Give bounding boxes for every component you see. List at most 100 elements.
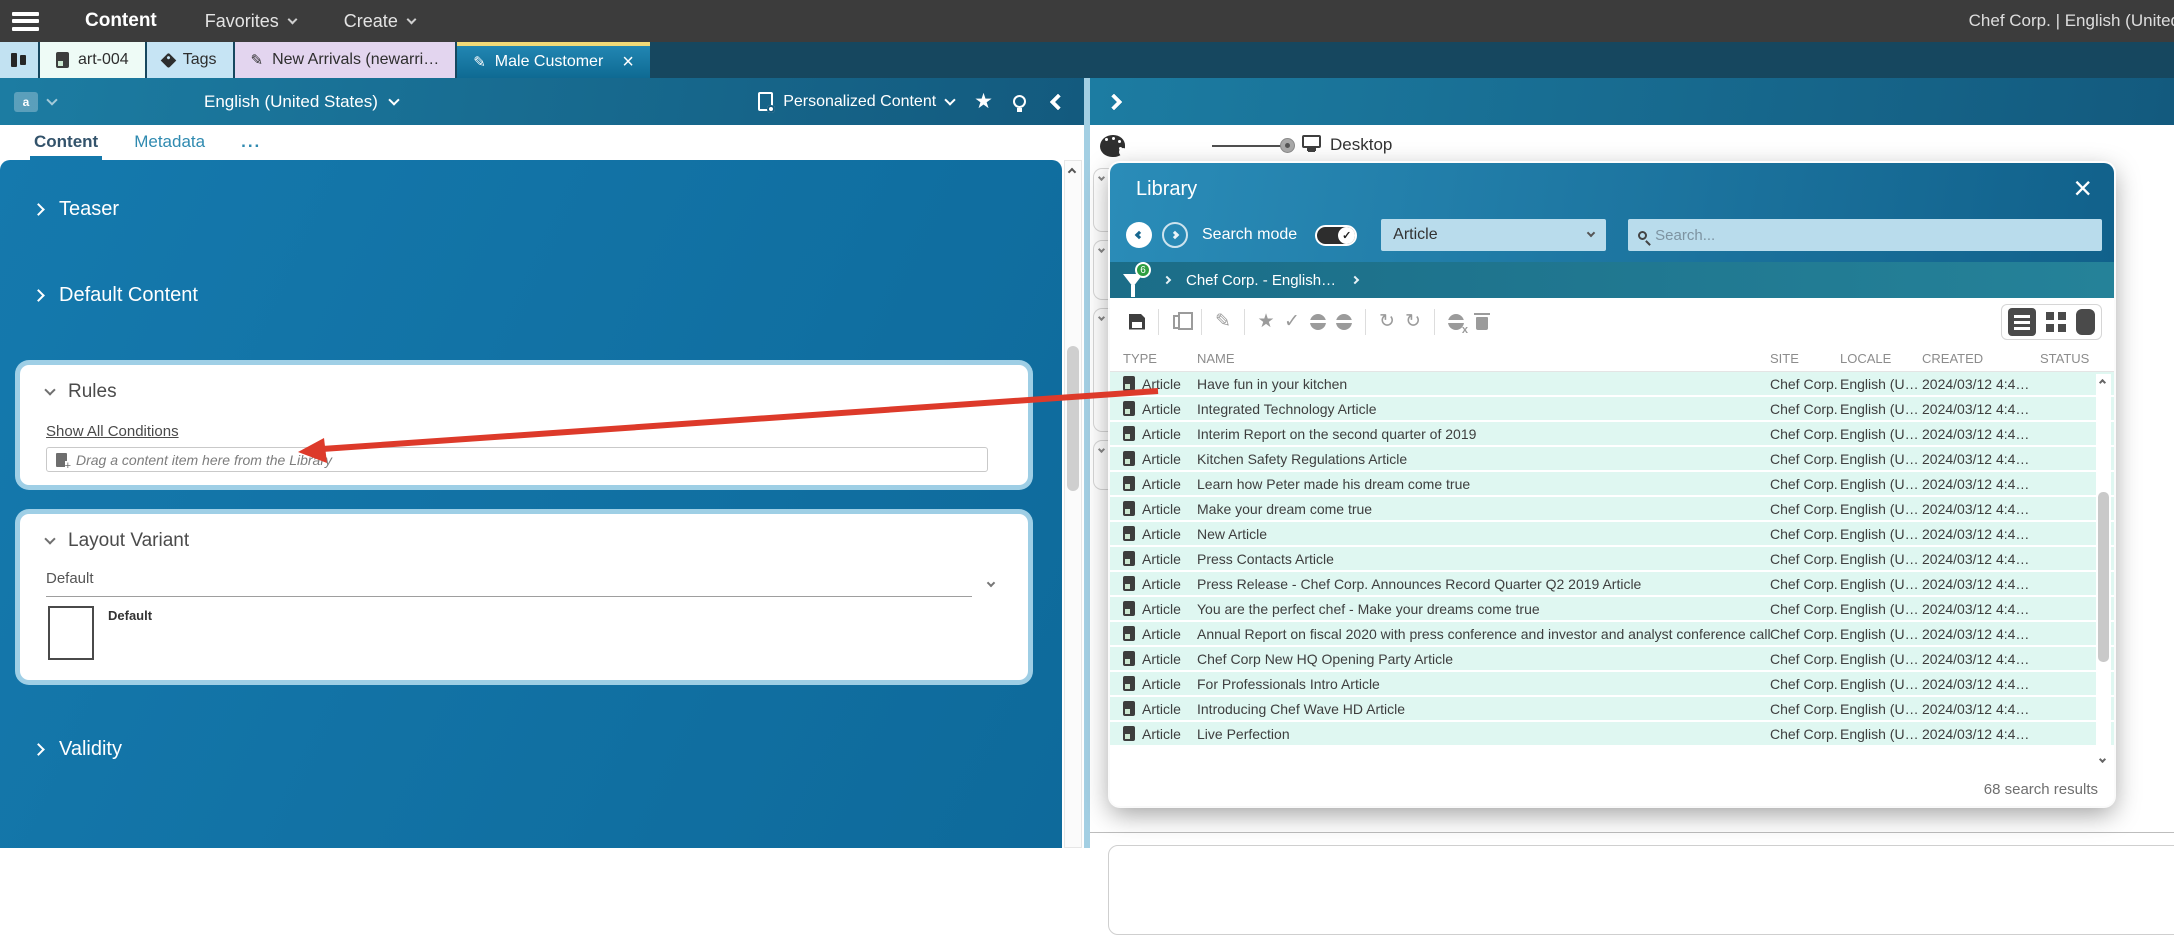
tab-content[interactable]: Content [30,132,102,160]
favorites-menu[interactable]: Favorites [205,11,296,32]
site-cell: Chef Corp. [1770,401,1840,417]
edit-pencil-icon[interactable]: ✎ [1210,309,1236,335]
table-row[interactable]: Article Make your dream come true Chef C… [1110,497,2114,522]
table-row[interactable]: Article For Professionals Intro Article … [1110,672,2114,697]
withdraw-globe-icon[interactable] [1443,309,1469,335]
section-default-content[interactable]: Default Content [34,284,198,307]
apps-grid-icon [11,52,27,68]
table-row[interactable]: Article Press Contacts Article Chef Corp… [1110,547,2114,572]
thumbnail-view-icon[interactable] [2044,310,2068,334]
chevron-down-icon [987,579,995,587]
account-site-locale[interactable]: Chef Corp. | English (United [1969,11,2174,31]
tab-metadata[interactable]: Metadata [130,132,209,160]
table-row[interactable]: Article Annual Report on fiscal 2020 wit… [1110,622,2114,647]
name-cell: Integrated Technology Article [1197,401,1770,417]
article-icon [1123,526,1135,541]
filter-funnel-icon[interactable]: 6 [1122,267,1148,293]
translation-sync-icon[interactable]: ↻ [1400,309,1426,335]
close-tab-icon[interactable]: × [622,52,634,72]
section-rules[interactable]: Rules [46,381,117,403]
workflow-sync-icon[interactable]: ↻ [1374,309,1400,335]
scroll-up-icon[interactable] [2099,379,2106,386]
palette-icon[interactable] [1100,135,1125,157]
lightbulb-icon[interactable] [1013,95,1026,108]
name-cell: Learn how Peter made his dream come true [1197,476,1770,492]
search-box [1628,219,2102,251]
approve-check-icon[interactable]: ✓ [1279,309,1305,335]
tab-art-004[interactable]: art-004 [40,42,145,78]
language-selector[interactable]: English (United States) [204,92,398,112]
table-row[interactable]: Article Integrated Technology Article Ch… [1110,397,2114,422]
card-view-icon[interactable] [2076,309,2095,335]
created-cell: 2024/03/12 4:4… [1922,551,2040,567]
section-layout-variant[interactable]: Layout Variant [46,530,189,552]
tab-new-arrivals[interactable]: ✎ New Arrivals (newarri… [235,42,456,78]
preview-section-edge [1093,308,1110,432]
site-cell: Chef Corp. [1770,726,1840,742]
scrollbar-thumb[interactable] [2098,492,2109,662]
delete-trash-icon[interactable] [1469,309,1495,335]
publish-globe-icon[interactable] [1305,309,1331,335]
personalized-content-selector[interactable]: Personalized Content [758,92,954,111]
scrollbar-thumb[interactable] [1067,346,1079,491]
table-row[interactable]: Article Live Perfection Chef Corp. Engli… [1110,722,2114,747]
table-row[interactable]: Article Introducing Chef Wave HD Article… [1110,697,2114,722]
status-cell [2040,726,2090,742]
table-row[interactable]: Article New Article Chef Corp. English (… [1110,522,2114,547]
save-icon[interactable] [1124,309,1150,335]
publish-all-globe-icon[interactable] [1331,309,1357,335]
filter-count-badge: 6 [1135,262,1151,278]
col-status[interactable]: STATUS [2040,351,2090,366]
bookmark-star-icon[interactable]: ★ [974,91,993,112]
results-scrollbar[interactable] [2096,374,2111,770]
col-type[interactable]: TYPE [1123,351,1197,366]
site-cell: Chef Corp. [1770,376,1840,392]
layout-variant-select[interactable]: Default [46,570,972,597]
section-teaser[interactable]: Teaser [34,198,119,221]
chevron-down-icon [1587,229,1595,237]
type-cell: Article [1123,551,1197,567]
table-row[interactable]: Article Learn how Peter made his dream c… [1110,472,2114,497]
breadcrumb[interactable]: Chef Corp. - English… [1186,272,1336,289]
bookmark-star-icon[interactable]: ★ [1253,309,1279,335]
hamburger-menu-icon[interactable] [12,12,39,31]
list-view-icon[interactable] [2008,308,2036,336]
tab-apps[interactable] [0,42,38,78]
search-input[interactable] [1655,227,2092,244]
locale-cell: English (U… [1840,451,1922,467]
search-mode-toggle[interactable]: ✓ [1315,225,1357,246]
table-row[interactable]: Article Press Release - Chef Corp. Annou… [1110,572,2114,597]
back-button[interactable] [1126,222,1152,248]
locale-icon[interactable]: a [14,92,38,112]
device-slider-knob[interactable] [1280,138,1295,153]
table-row[interactable]: Article Kitchen Safety Regulations Artic… [1110,447,2114,472]
show-all-conditions-link[interactable]: Show All Conditions [46,423,179,440]
scroll-down-icon[interactable] [2099,756,2106,763]
table-row[interactable]: Article You are the perfect chef - Make … [1110,597,2114,622]
locale-cell: English (U… [1840,601,1922,617]
rules-drop-zone[interactable]: Drag a content item here from the Librar… [46,447,988,472]
layout-option-thumbnail[interactable] [48,606,94,660]
section-validity[interactable]: Validity [34,738,122,761]
col-created[interactable]: CREATED [1922,351,2040,366]
content-type-select[interactable]: Article [1381,219,1606,251]
table-row[interactable]: Article Have fun in your kitchen Chef Co… [1110,372,2114,397]
tab-tags[interactable]: Tags [147,42,233,78]
expand-right-icon[interactable] [1106,93,1123,110]
scroll-up-icon[interactable] [1068,168,1076,176]
table-row[interactable]: Article Chef Corp New HQ Opening Party A… [1110,647,2114,672]
col-locale[interactable]: LOCALE [1840,351,1922,366]
name-cell: Kitchen Safety Regulations Article [1197,451,1770,467]
create-menu[interactable]: Create [344,11,415,32]
copy-icon[interactable] [1167,309,1193,335]
col-site[interactable]: SITE [1770,351,1840,366]
forward-button[interactable] [1162,222,1188,248]
table-row[interactable]: Article Interim Report on the second qua… [1110,422,2114,447]
col-name[interactable]: NAME [1197,351,1770,366]
form-scrollbar[interactable] [1064,160,1082,848]
layout-option-label: Default [108,608,152,623]
tab-male-customer[interactable]: ✎ Male Customer × [457,42,650,78]
close-icon[interactable]: × [2073,169,2092,207]
collapse-left-icon[interactable] [1050,93,1067,110]
tab-overflow[interactable]: ... [237,132,265,160]
